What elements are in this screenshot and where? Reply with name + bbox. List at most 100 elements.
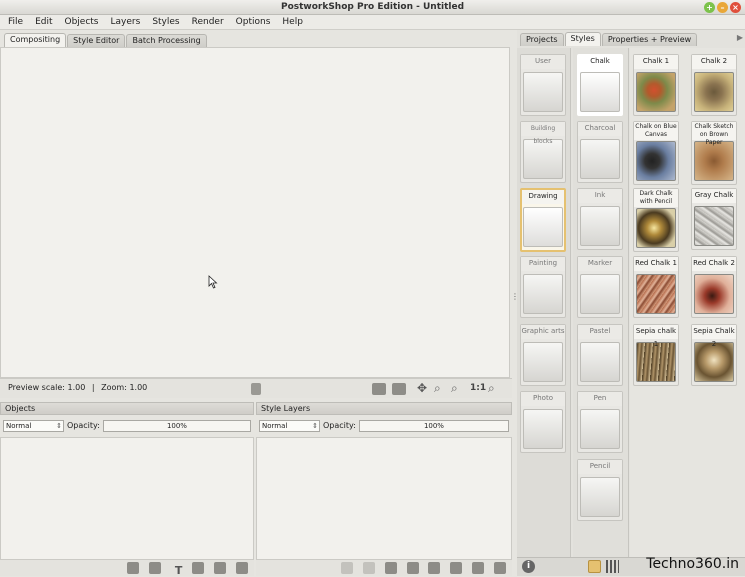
style-layers-blend-mode-select[interactable]: Normal xyxy=(259,419,320,432)
delete-object-icon[interactable] xyxy=(236,562,248,574)
style-red-chalk-2[interactable]: Red Chalk 2 xyxy=(691,256,737,318)
category-thumbnail xyxy=(523,72,563,112)
style-layers-list[interactable] xyxy=(256,437,512,560)
close-window-icon[interactable]: × xyxy=(730,2,741,13)
style-chalk-sketch-on-brown-paper[interactable]: Chalk Sketch on Brown Paper xyxy=(691,121,737,185)
style-categories-column: User Building blocks Drawing Painting Gr… xyxy=(517,48,571,574)
zoom-text: Zoom: 1.00 xyxy=(101,383,148,392)
category-drawing[interactable]: Drawing xyxy=(520,188,566,252)
compositing-canvas[interactable] xyxy=(0,47,510,378)
zoom-in-icon[interactable]: ⌕ xyxy=(451,382,465,394)
sidebar-tabs: Projects Styles Properties + Preview ▶ xyxy=(517,30,745,46)
menu-layers[interactable]: Layers xyxy=(105,15,147,30)
delete-layer-icon[interactable] xyxy=(494,562,506,574)
preview-scale-text: Preview scale: 1.00 xyxy=(8,383,86,392)
style-gray-chalk[interactable]: Gray Chalk xyxy=(691,188,737,250)
zoom-1to1-button[interactable]: 1:1 xyxy=(470,379,486,397)
subcategory-thumbnail xyxy=(580,409,620,449)
tab-style-editor[interactable]: Style Editor xyxy=(67,34,126,47)
style-preview-thumbnail xyxy=(636,208,676,248)
category-graphic-arts[interactable]: Graphic arts xyxy=(520,324,566,386)
info-icon[interactable]: i xyxy=(522,560,535,573)
subcategory-thumbnail xyxy=(580,477,620,517)
subcategory-thumbnail xyxy=(580,342,620,382)
tab-styles[interactable]: Styles xyxy=(564,32,601,46)
tab-compositing[interactable]: Compositing xyxy=(4,33,67,47)
menu-styles[interactable]: Styles xyxy=(146,15,185,30)
style-preview-thumbnail xyxy=(636,274,676,314)
vertical-splitter-handle[interactable]: ⋮ xyxy=(511,293,519,309)
category-building-blocks[interactable]: Building blocks xyxy=(520,121,566,183)
duplicate-object-icon[interactable] xyxy=(214,562,227,574)
watermark-text: Techno360.in xyxy=(646,556,739,572)
subcategory-ink[interactable]: Ink xyxy=(577,188,623,250)
stamp-layer-icon[interactable] xyxy=(428,562,441,574)
text-object-icon[interactable]: T xyxy=(170,564,183,577)
subcategory-thumbnail xyxy=(580,139,620,179)
subcategory-marker[interactable]: Marker xyxy=(577,256,623,318)
new-object-icon[interactable] xyxy=(126,562,139,574)
objects-panel: Objects Normal Opacity: 100% T xyxy=(0,402,254,577)
category-user[interactable]: User xyxy=(520,54,566,116)
status-bar: Preview scale: 1.00 | Zoom: 1.00 ✥ ⌕ ⌕ 1… xyxy=(0,378,512,398)
objects-blend-mode-select[interactable]: Normal xyxy=(3,419,64,432)
subcategory-pencil[interactable]: Pencil xyxy=(577,459,623,521)
style-layers-opacity-slider[interactable]: 100% xyxy=(358,419,509,432)
subcategory-pastel[interactable]: Pastel xyxy=(577,324,623,386)
styles-sidebar: Projects Styles Properties + Preview ▶ U… xyxy=(517,30,745,576)
style-chalk-1[interactable]: Chalk 1 xyxy=(633,54,679,116)
style-red-chalk-1[interactable]: Red Chalk 1 xyxy=(633,256,679,318)
style-layers-blend-row: Normal Opacity: 100% xyxy=(256,418,512,433)
maximize-window-icon[interactable]: + xyxy=(704,2,715,13)
duplicate-layer-icon[interactable] xyxy=(450,562,463,574)
menu-help[interactable]: Help xyxy=(276,15,309,30)
objects-opacity-slider[interactable]: 100% xyxy=(102,419,251,432)
category-photo[interactable]: Photo xyxy=(520,391,566,453)
category-thumbnail xyxy=(523,342,563,382)
grid-view-icon[interactable] xyxy=(606,560,619,573)
tab-properties-preview[interactable]: Properties + Preview xyxy=(601,33,698,46)
image-object-icon[interactable] xyxy=(148,562,161,574)
category-thumbnail xyxy=(523,274,563,314)
menu-options[interactable]: Options xyxy=(230,15,277,30)
pan-move-icon[interactable]: ✥ xyxy=(417,382,431,394)
subcategory-chalk[interactable]: Chalk xyxy=(577,54,623,116)
objects-list[interactable] xyxy=(0,437,254,560)
style-dark-chalk-with-pencil[interactable]: Dark Chalk with Pencil xyxy=(633,188,679,252)
subcategory-charcoal[interactable]: Charcoal xyxy=(577,121,623,183)
objects-opacity-label: Opacity: xyxy=(67,421,100,430)
stamp-object-icon[interactable] xyxy=(192,562,205,574)
mouse-cursor-icon xyxy=(208,275,218,289)
layer-menu-icon[interactable] xyxy=(406,562,419,574)
minimize-window-icon[interactable]: – xyxy=(717,2,728,13)
tree-view-icon[interactable] xyxy=(588,560,601,573)
style-preview-thumbnail xyxy=(636,72,676,112)
subcategory-pen[interactable]: Pen xyxy=(577,391,623,453)
style-preview-thumbnail xyxy=(694,206,734,246)
link-layer-icon[interactable] xyxy=(340,562,353,574)
menu-edit[interactable]: Edit xyxy=(29,15,58,30)
subcategory-thumbnail xyxy=(580,274,620,314)
tab-projects[interactable]: Projects xyxy=(520,33,564,46)
compare-icon[interactable] xyxy=(392,383,406,395)
tab-scroll-right-icon[interactable]: ▶ xyxy=(737,33,743,42)
style-sepia-chalk-2[interactable]: Sepia Chalk 2 xyxy=(691,324,737,386)
style-chalk-on-blue-canvas[interactable]: Chalk on Blue Canvas xyxy=(633,121,679,185)
menu-bar: File Edit Objects Layers Styles Render O… xyxy=(0,15,745,30)
tab-batch-processing[interactable]: Batch Processing xyxy=(126,34,207,47)
snapshot-icon[interactable] xyxy=(372,383,386,395)
clear-layer-icon[interactable] xyxy=(472,562,485,574)
category-painting[interactable]: Painting xyxy=(520,256,566,318)
objects-panel-title: Objects xyxy=(0,402,254,415)
menu-render[interactable]: Render xyxy=(186,15,230,30)
style-layers-opacity-label: Opacity: xyxy=(323,421,356,430)
menu-file[interactable]: File xyxy=(2,15,29,30)
menu-objects[interactable]: Objects xyxy=(59,15,105,30)
style-sepia-chalk-1[interactable]: Sepia chalk 1 xyxy=(633,324,679,386)
layer-stack-icon[interactable] xyxy=(251,383,261,395)
branch-layer-icon[interactable] xyxy=(384,562,397,574)
zoom-out-icon[interactable]: ⌕ xyxy=(488,382,502,394)
save-layer-icon[interactable] xyxy=(362,562,375,574)
style-chalk-2[interactable]: Chalk 2 xyxy=(691,54,737,116)
zoom-tool-icon[interactable]: ⌕ xyxy=(434,382,448,394)
